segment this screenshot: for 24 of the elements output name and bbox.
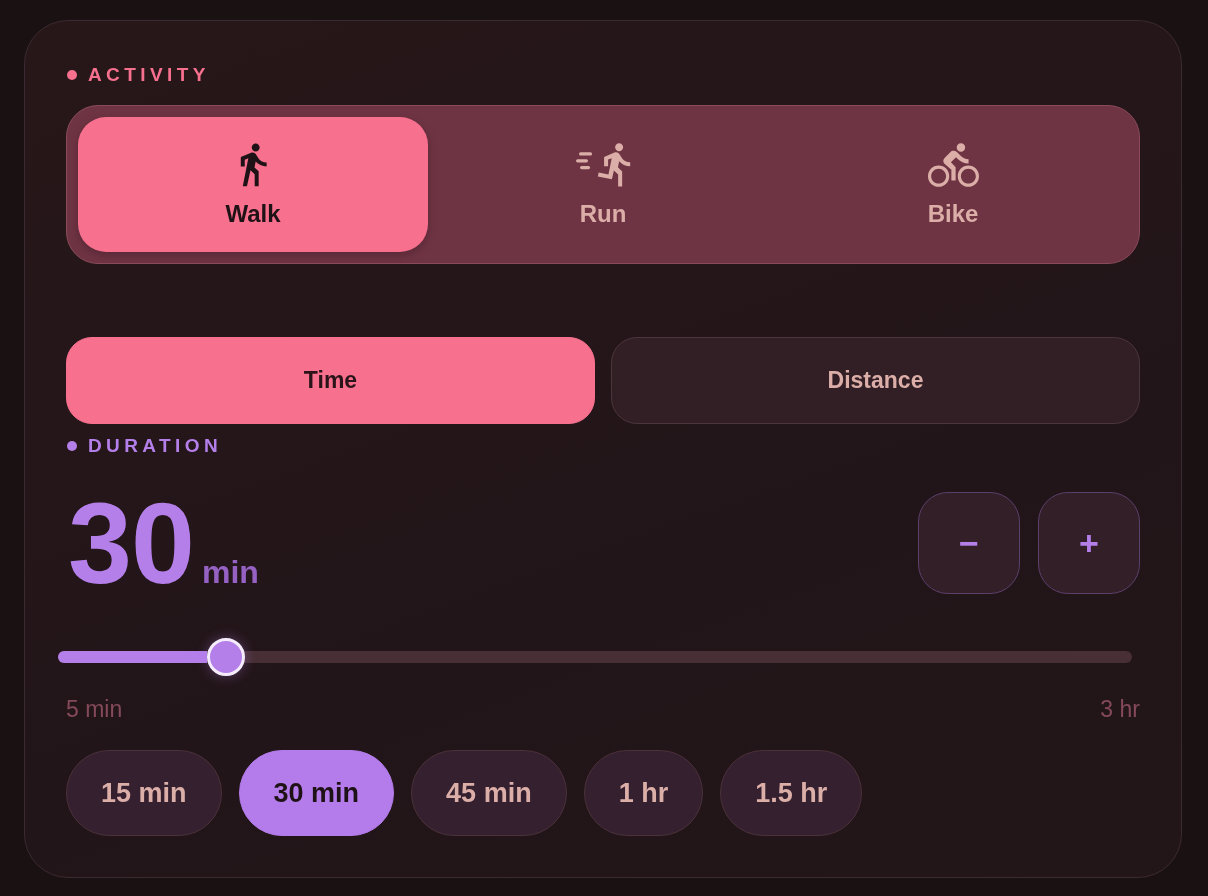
range-min-label: 5 min <box>66 696 123 722</box>
walking-person-icon <box>239 143 267 187</box>
activity-tab[interactable]: Bike <box>778 117 1128 252</box>
section-label: ACTIVITY <box>88 65 210 85</box>
preset-chip[interactable]: 30 min <box>238 750 395 836</box>
increase-button[interactable]: + <box>1038 492 1140 594</box>
dot-icon <box>67 70 77 80</box>
range-max-label: 3 hr <box>1100 696 1140 722</box>
cyclist-icon <box>927 143 979 187</box>
preset-chip[interactable]: 1.5 hr <box>720 750 863 836</box>
slider-thumb[interactable] <box>206 638 245 676</box>
decrease-button[interactable]: − <box>918 492 1020 594</box>
segment-button[interactable]: Distance <box>611 337 1140 424</box>
preset-chip[interactable]: 15 min <box>66 750 222 836</box>
preset-chip[interactable]: 1 hr <box>583 750 704 836</box>
duration-value: 30 <box>68 492 194 594</box>
duration-unit: min <box>201 554 259 590</box>
activity-tab[interactable]: Run <box>428 117 778 252</box>
section-label: DURATION <box>88 436 223 456</box>
preset-chip[interactable]: 45 min <box>411 750 567 836</box>
segment-button[interactable]: Time <box>66 337 595 424</box>
running-person-icon <box>575 143 631 187</box>
activity-tab[interactable]: Walk <box>78 117 428 252</box>
dot-icon <box>67 441 77 451</box>
